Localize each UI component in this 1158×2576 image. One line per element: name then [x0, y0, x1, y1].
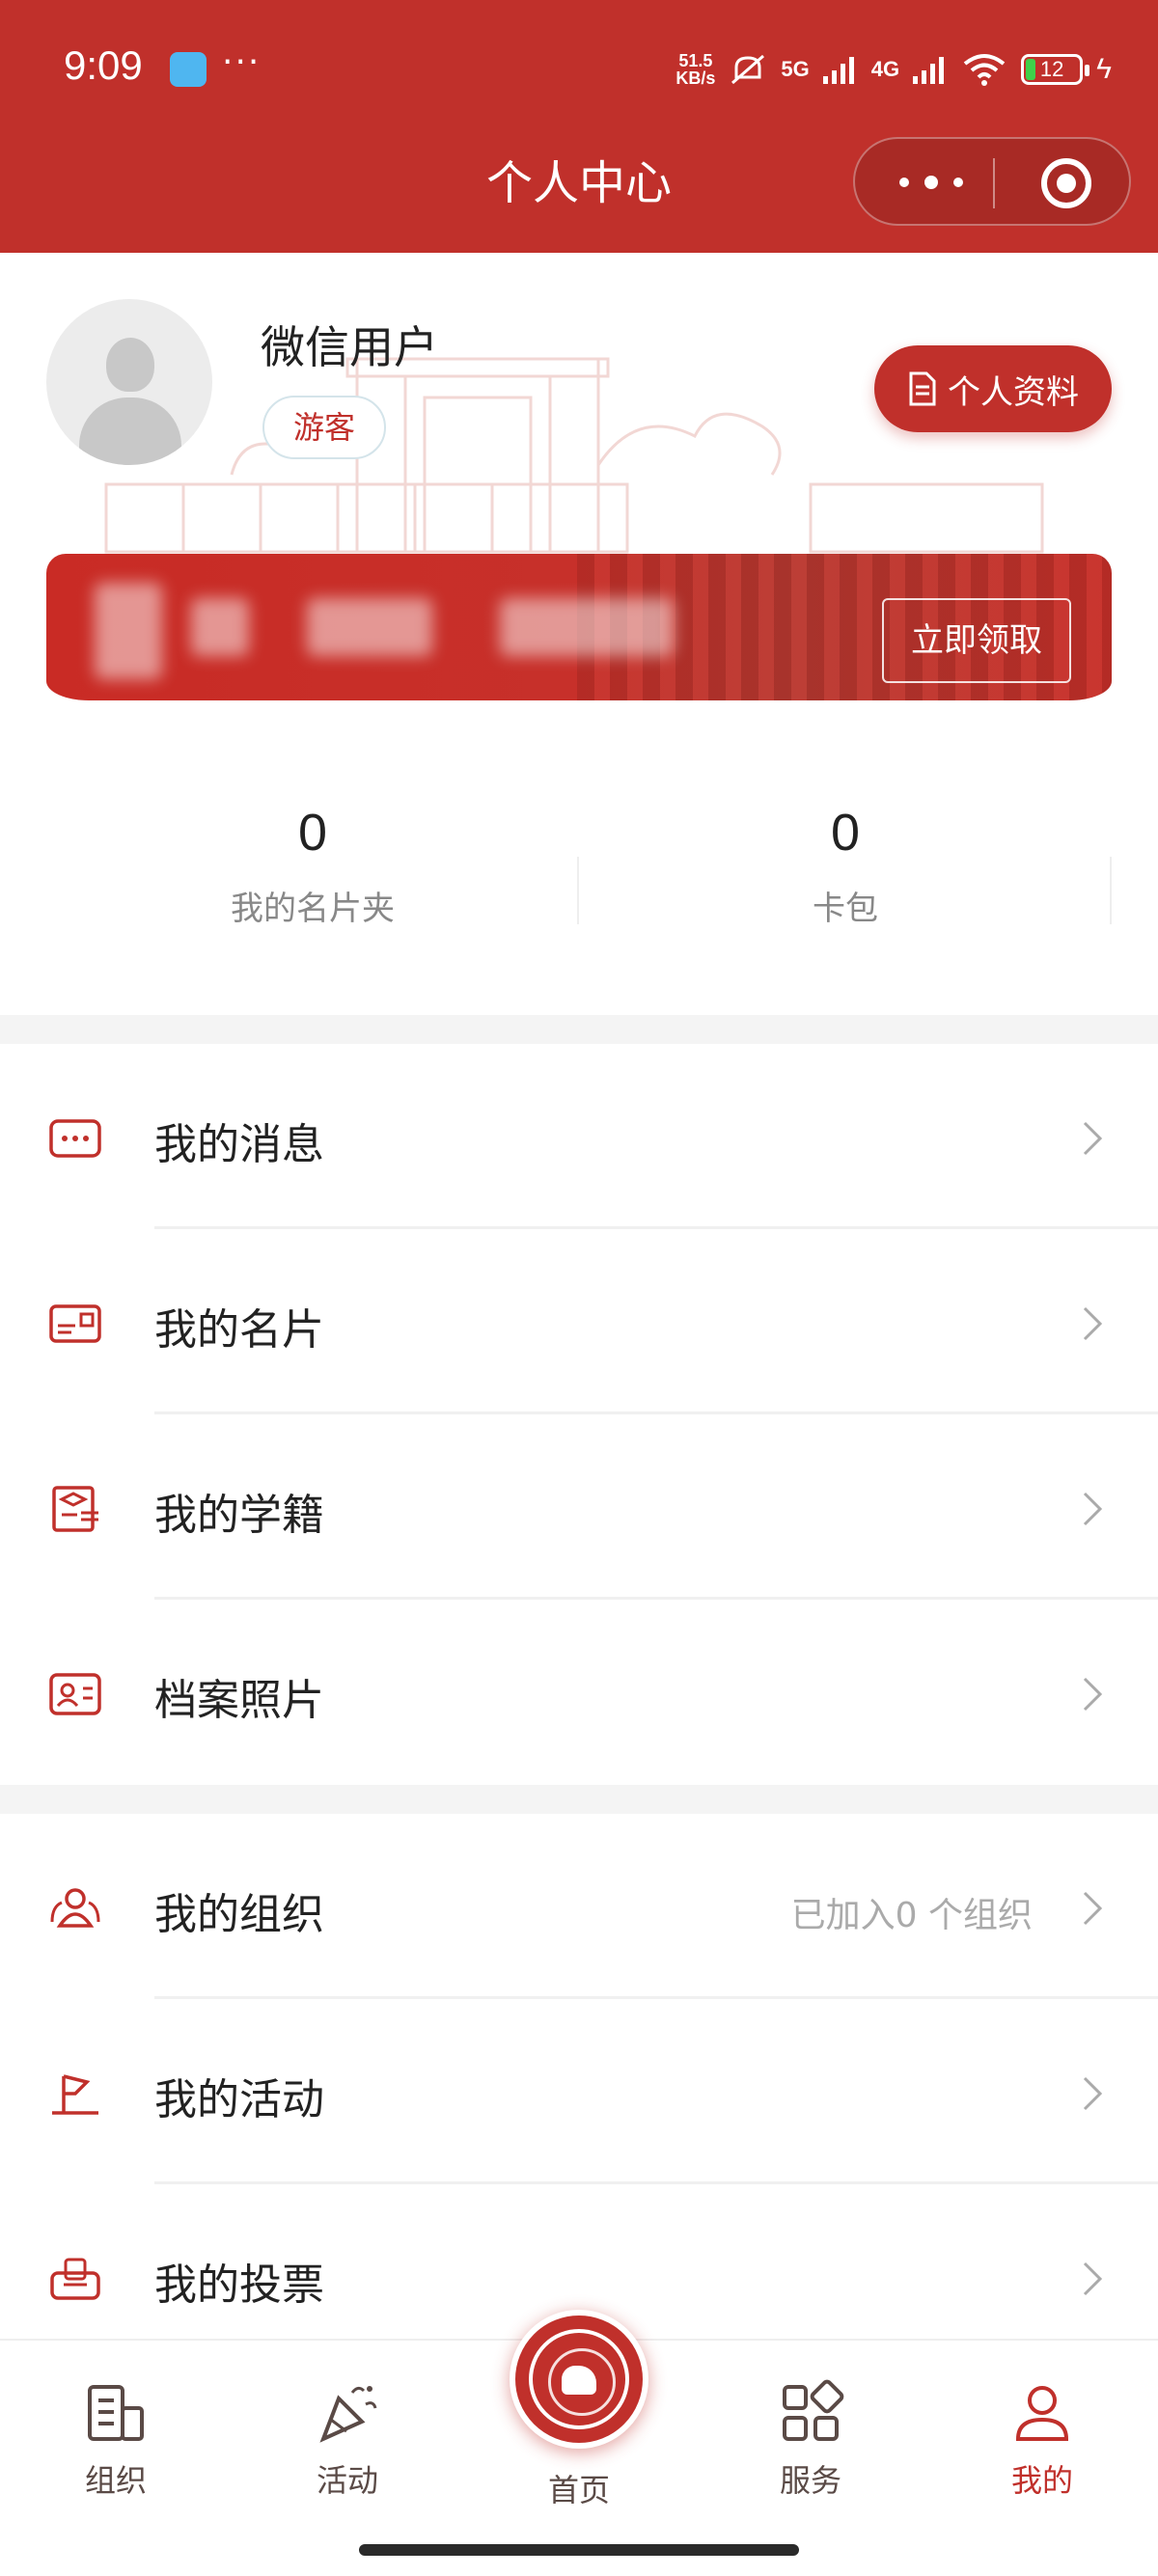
- menu-item-label: 我的消息: [154, 1120, 324, 1169]
- profile-button[interactable]: 个人资料: [874, 345, 1112, 432]
- apps-icon: [777, 2379, 844, 2447]
- menu-item-activities[interactable]: 我的活动: [0, 1999, 1158, 2184]
- net-speed: 51.5 KB/s: [676, 51, 716, 88]
- status-more: ···: [222, 42, 262, 82]
- stat-card-wallet[interactable]: 0 卡包: [575, 803, 1116, 929]
- chevron-right-icon: [1083, 2261, 1103, 2296]
- message-icon: [48, 1113, 102, 1164]
- signal-bars-icon: [913, 57, 945, 84]
- avatar-head: [106, 338, 154, 392]
- stat-value: 0: [297, 804, 328, 862]
- menu-group-community: 我的组织 已加入0 个组织 我的活动 我的投票: [0, 1814, 1158, 2339]
- tab-organization[interactable]: 组织: [39, 2379, 193, 2501]
- university-seal-icon: [529, 2329, 629, 2429]
- photo-id-icon: [48, 1669, 102, 1719]
- avatar[interactable]: [46, 299, 212, 465]
- charging-icon: ϟ: [1096, 53, 1112, 85]
- group-icon: [48, 1883, 102, 1933]
- menu-item-label: 我的活动: [154, 2075, 324, 2124]
- tab-services[interactable]: 服务: [733, 2379, 888, 2501]
- promo-banner[interactable]: 立即领取: [46, 554, 1112, 700]
- signal-4g: 4G: [870, 57, 900, 81]
- miniprogram-capsule: [853, 137, 1131, 226]
- menu-item-label: 我的学籍: [154, 1491, 324, 1540]
- tab-home[interactable]: [510, 2310, 648, 2449]
- organizations-count: 已加入0 个组织: [790, 1896, 1033, 1935]
- tab-label: 活动: [316, 2462, 378, 2499]
- dot-icon: [899, 178, 909, 187]
- claim-button[interactable]: 立即领取: [882, 598, 1071, 683]
- menu-item-messages[interactable]: 我的消息: [0, 1044, 1158, 1229]
- student-status-icon: [48, 1484, 102, 1534]
- menu-item-organizations[interactable]: 我的组织 已加入0 个组织: [0, 1814, 1158, 1999]
- chevron-right-icon: [1083, 1891, 1103, 1926]
- tab-label: 首页: [547, 2472, 610, 2508]
- seal-emblem: [562, 2366, 596, 2395]
- signal-5g: 5G: [781, 57, 810, 81]
- flag-icon: [48, 2069, 102, 2119]
- more-button[interactable]: [894, 160, 971, 205]
- chevron-right-icon: [1083, 1492, 1103, 1526]
- document-icon: [909, 371, 936, 406]
- top-bar: 9:09 ··· 51.5 KB/s 5G 4G 12 ϟ 个人中心: [0, 0, 1158, 253]
- person-icon: [1008, 2379, 1076, 2447]
- chevron-right-icon: [1083, 1306, 1103, 1341]
- tab-label: 我的: [1010, 2462, 1073, 2499]
- blurred-text: [500, 598, 674, 656]
- status-time: 9:09: [64, 42, 143, 88]
- wifi-icon: [963, 54, 1006, 86]
- profile-button-label: 个人资料: [948, 372, 1079, 412]
- blurred-text: [307, 598, 432, 656]
- menu-item-label: 我的名片: [154, 1305, 324, 1355]
- stat-card-holder[interactable]: 0 我的名片夹: [42, 803, 583, 929]
- mute-icon: [731, 54, 765, 85]
- party-popper-icon: [314, 2379, 381, 2447]
- chevron-right-icon: [1083, 2076, 1103, 2111]
- tab-activities[interactable]: 活动: [270, 2379, 425, 2501]
- tab-mine[interactable]: 我的: [965, 2379, 1119, 2501]
- tab-label: 组织: [84, 2462, 147, 2499]
- stat-label: 卡包: [813, 890, 878, 928]
- dot-icon: [924, 176, 938, 189]
- menu-item-student-status[interactable]: 我的学籍: [0, 1414, 1158, 1600]
- stat-divider: [1110, 857, 1112, 924]
- status-bar: 9:09 ··· 51.5 KB/s 5G 4G 12 ϟ: [0, 0, 1158, 135]
- stat-value: 0: [830, 804, 861, 862]
- card-icon: [48, 1299, 102, 1349]
- stats-bar: 0 我的名片夹 0 卡包: [0, 803, 1158, 967]
- battery-icon: 12: [1021, 54, 1090, 85]
- dot-icon: [953, 178, 963, 187]
- close-miniprogram-button[interactable]: [1041, 158, 1091, 208]
- signal-bars-icon: [822, 57, 854, 84]
- vote-icon: [48, 2254, 102, 2304]
- menu-item-label: 我的组织: [154, 1890, 324, 1939]
- username: 微信用户: [261, 321, 438, 373]
- profile-section: 微信用户 游客 个人资料 立即领取 0 我的名片夹 0 卡包: [0, 253, 1158, 1015]
- capsule-divider: [993, 158, 995, 208]
- role-tag: 游客: [262, 396, 386, 459]
- menu-item-label: 档案照片: [154, 1676, 324, 1725]
- status-indicators: 51.5 KB/s 5G 4G 12 ϟ: [676, 46, 1112, 93]
- menu-item-label: 我的投票: [154, 2261, 324, 2310]
- organization-icon: [82, 2379, 150, 2447]
- app-notification-icon: [170, 52, 207, 87]
- avatar-body: [79, 397, 181, 465]
- blurred-text: [95, 583, 162, 679]
- menu-item-archive-photo[interactable]: 档案照片: [0, 1600, 1158, 1785]
- stat-label: 我的名片夹: [231, 890, 395, 928]
- menu-item-business-card[interactable]: 我的名片: [0, 1229, 1158, 1414]
- chevron-right-icon: [1083, 1677, 1103, 1712]
- tab-label: 服务: [779, 2462, 841, 2499]
- blurred-text: [191, 598, 249, 656]
- home-indicator[interactable]: [359, 2544, 799, 2556]
- chevron-right-icon: [1083, 1121, 1103, 1156]
- menu-group-account: 我的消息 我的名片 我的学籍 档案照片: [0, 1044, 1158, 1785]
